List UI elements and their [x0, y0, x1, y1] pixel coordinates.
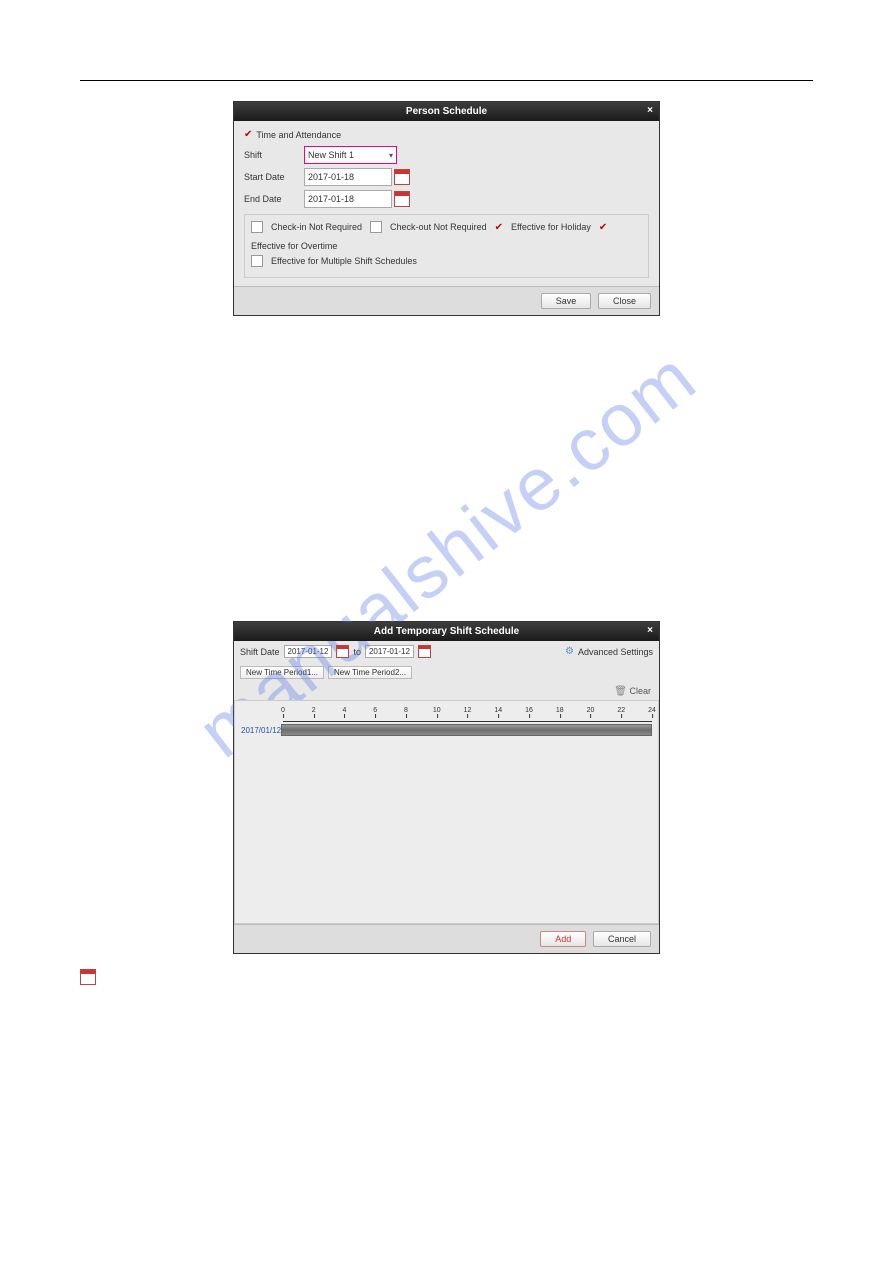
close-icon[interactable]: × — [647, 625, 653, 636]
dialog-header: Add Temporary Shift Schedule × — [234, 622, 659, 641]
opt-checkout-label: Check-out Not Required — [390, 222, 487, 232]
start-date-label: Start Date — [244, 172, 304, 182]
checkbox-checkout[interactable] — [370, 221, 382, 233]
ruler-tick: 14 — [494, 707, 502, 714]
ruler-tick: 10 — [433, 707, 441, 714]
timeline-bar[interactable] — [281, 724, 652, 736]
shift-select[interactable]: New Shift 1 ▾ — [304, 146, 397, 164]
ruler-tick: 6 — [373, 707, 377, 714]
calendar-icon[interactable] — [336, 645, 349, 658]
time-ruler: 024681012141618202224 — [283, 707, 652, 722]
checkbox-checkin[interactable] — [251, 221, 263, 233]
timeline-area: 024681012141618202224 2017/01/12 — [234, 700, 659, 924]
save-button[interactable]: Save — [541, 293, 592, 309]
opt-multishift-label: Effective for Multiple Shift Schedules — [271, 256, 417, 266]
end-date-label: End Date — [244, 194, 304, 204]
dialog-title: Add Temporary Shift Schedule — [374, 626, 519, 637]
calendar-icon[interactable] — [394, 169, 410, 185]
timeline-row-date: 2017/01/12 — [241, 726, 281, 735]
start-date-input[interactable]: 2017-01-18 — [304, 168, 392, 186]
checkmark-icon: ✔ — [244, 129, 252, 140]
calendar-icon — [80, 969, 96, 985]
shift-label: Shift — [244, 150, 304, 160]
close-icon[interactable]: × — [647, 105, 653, 116]
ruler-tick: 0 — [281, 707, 285, 714]
end-date-value: 2017-01-18 — [308, 194, 354, 204]
person-schedule-dialog: Person Schedule × ✔ Time and Attendance … — [233, 101, 660, 316]
opt-overtime-label: Effective for Overtime — [251, 241, 337, 251]
time-attendance-label: Time and Attendance — [256, 130, 341, 140]
ruler-tick: 20 — [587, 707, 595, 714]
chevron-down-icon: ▾ — [389, 151, 393, 160]
time-period-2[interactable]: New Time Period2... — [328, 666, 412, 679]
trash-icon[interactable]: 🗑 — [614, 686, 627, 697]
time-period-1[interactable]: New Time Period1... — [240, 666, 324, 679]
end-date-input[interactable]: 2017-01-18 — [304, 190, 392, 208]
opt-holiday-label: Effective for Holiday — [511, 222, 591, 232]
ruler-tick: 12 — [464, 707, 472, 714]
advanced-settings-link[interactable]: Advanced Settings — [578, 647, 653, 657]
to-label: to — [353, 647, 361, 657]
shift-date-to[interactable]: 2017-01-12 — [365, 645, 414, 658]
ruler-tick: 24 — [648, 707, 656, 714]
ruler-tick: 2 — [312, 707, 316, 714]
checkbox-multishift[interactable] — [251, 255, 263, 267]
shift-value: New Shift 1 — [308, 150, 354, 160]
shift-date-label: Shift Date — [240, 647, 280, 657]
close-button[interactable]: Close — [598, 293, 651, 309]
temporary-shift-dialog: Add Temporary Shift Schedule × Shift Dat… — [233, 621, 660, 954]
options-box: Check-in Not Required Check-out Not Requ… — [244, 214, 649, 278]
ruler-tick: 16 — [525, 707, 533, 714]
calendar-icon[interactable] — [394, 191, 410, 207]
ruler-tick: 18 — [556, 707, 564, 714]
calendar-icon[interactable] — [418, 645, 431, 658]
checkmark-icon: ✔ — [599, 222, 607, 233]
shift-date-from[interactable]: 2017-01-12 — [284, 645, 333, 658]
start-date-value: 2017-01-18 — [308, 172, 354, 182]
opt-checkin-label: Check-in Not Required — [271, 222, 362, 232]
cancel-button[interactable]: Cancel — [593, 931, 651, 947]
checkmark-icon: ✔ — [495, 222, 503, 233]
add-button[interactable]: Add — [540, 931, 586, 947]
dialog-title: Person Schedule — [406, 106, 487, 117]
ruler-tick: 22 — [617, 707, 625, 714]
ruler-tick: 8 — [404, 707, 408, 714]
clear-link[interactable]: Clear — [629, 686, 651, 696]
dialog-header: Person Schedule × — [234, 102, 659, 121]
page-divider — [80, 80, 813, 81]
gear-icon[interactable]: ⚙ — [565, 646, 574, 657]
ruler-tick: 4 — [343, 707, 347, 714]
